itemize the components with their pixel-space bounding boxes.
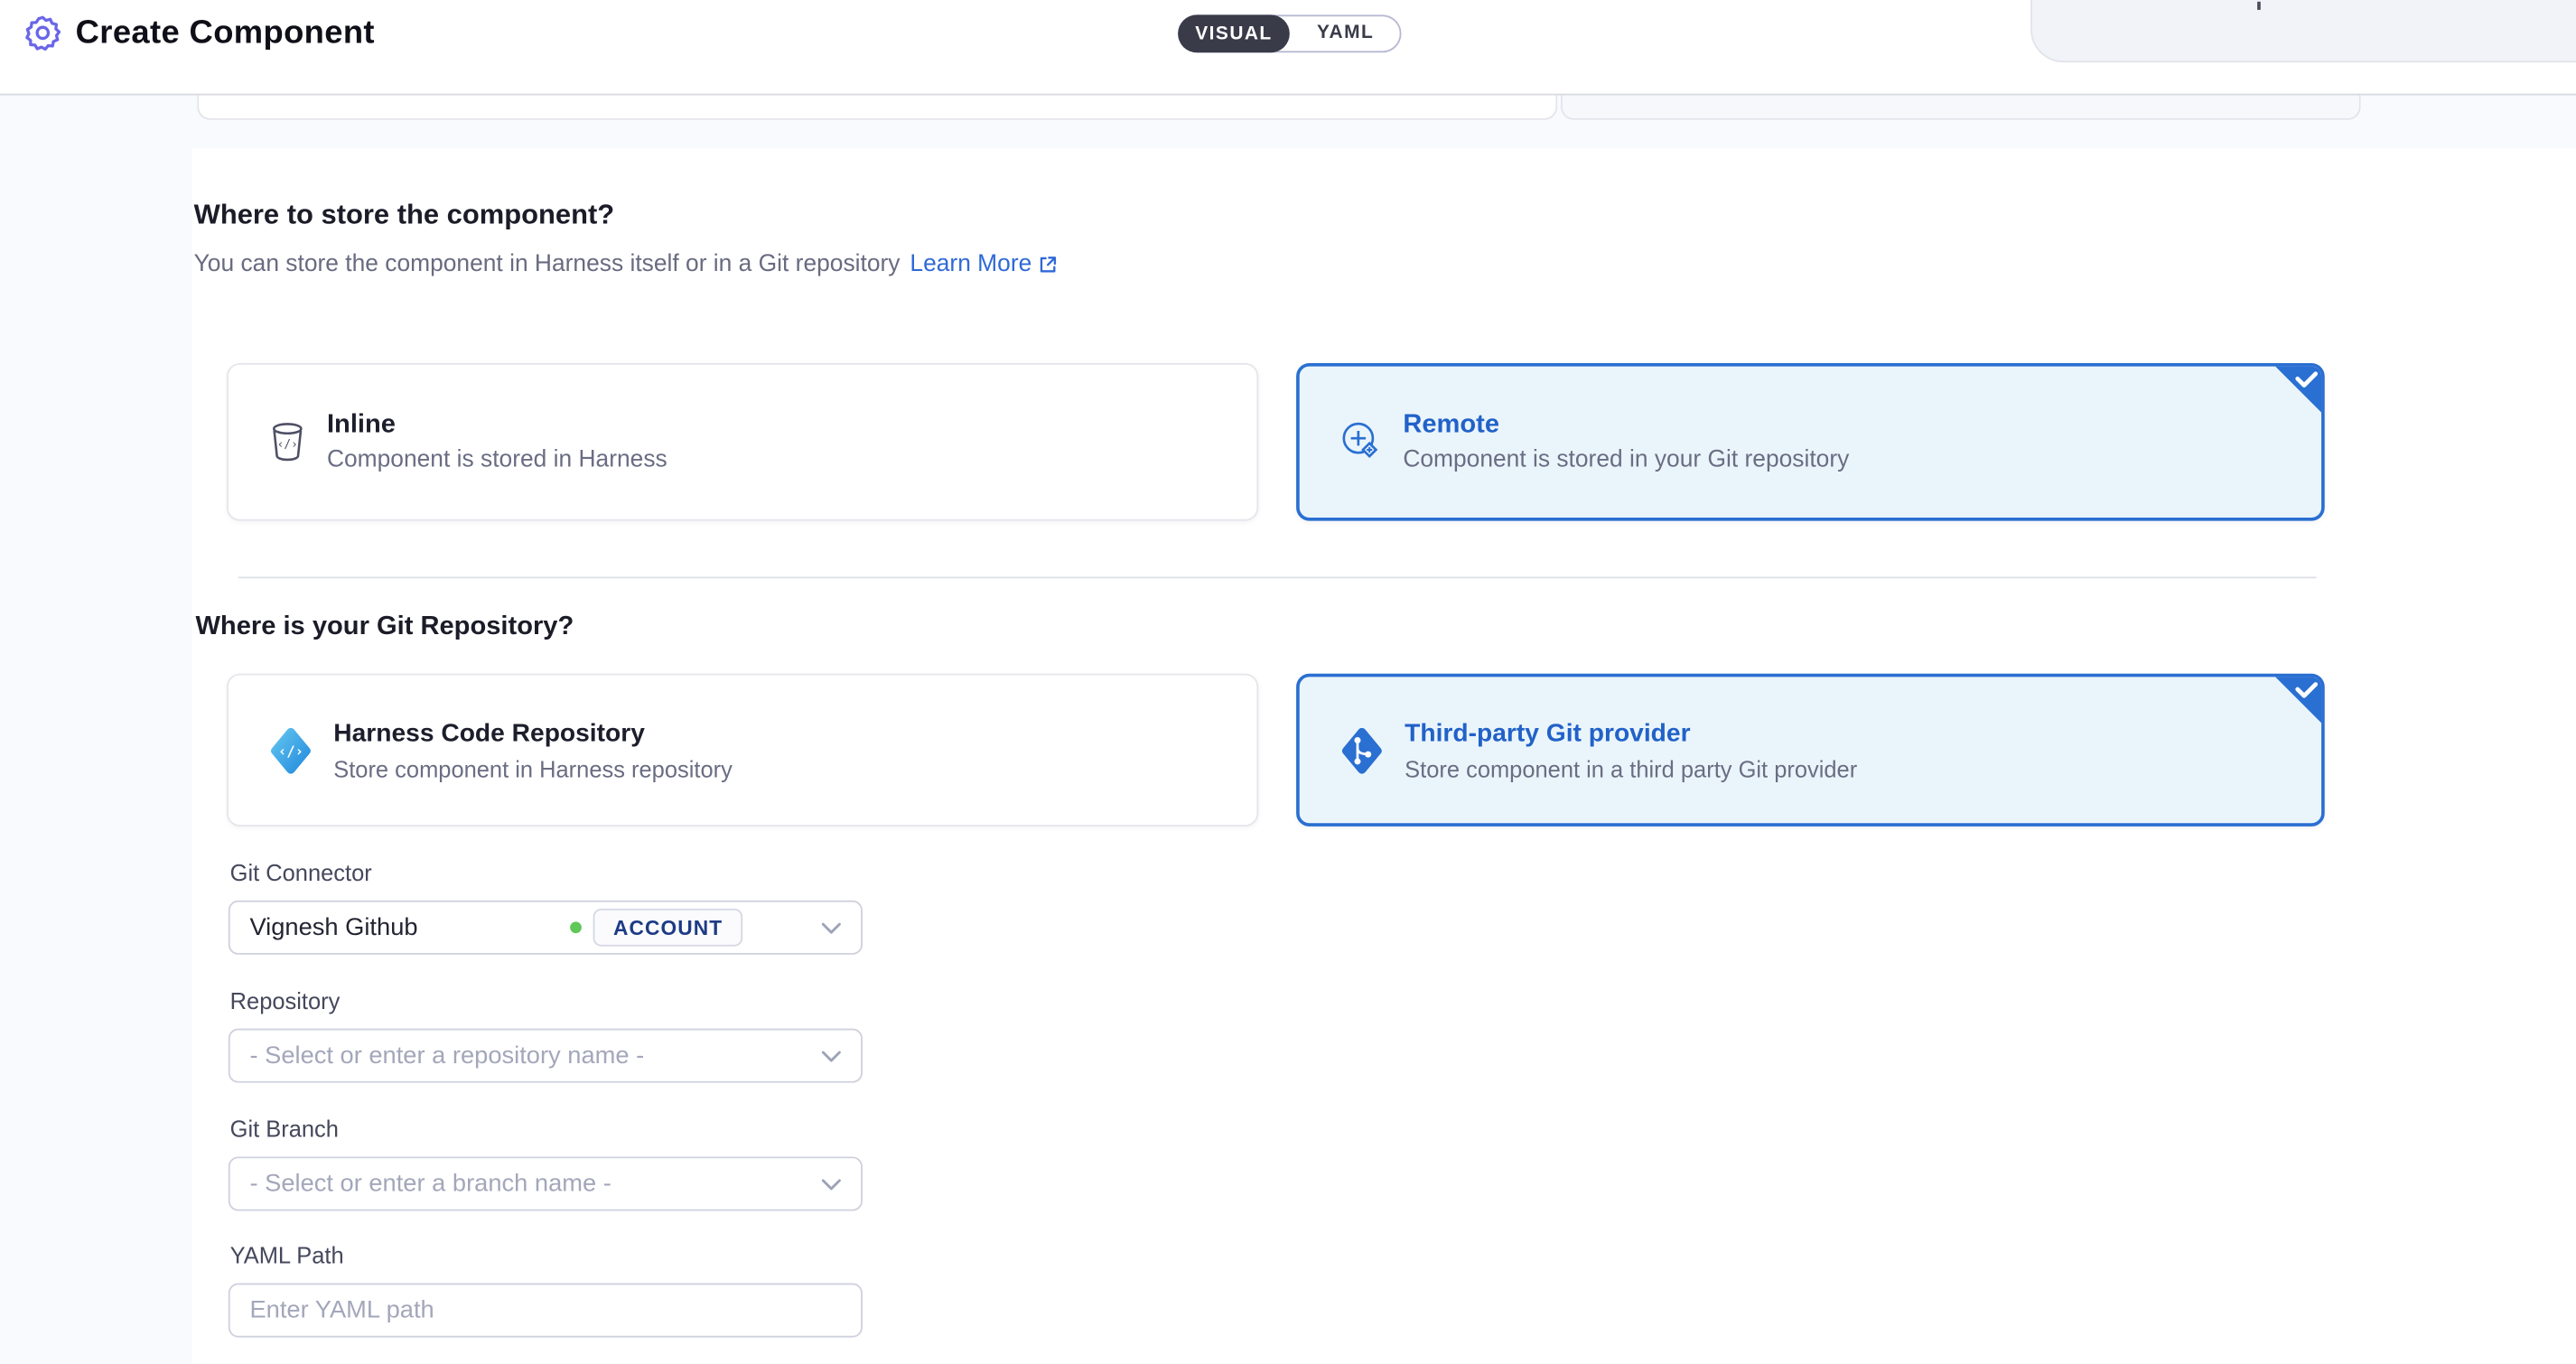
option-card-text: Inline Component is stored in Harness <box>327 411 667 473</box>
repository-label: Repository <box>230 987 341 1014</box>
repository-select[interactable]: - Select or enter a repository name - <box>229 1029 863 1083</box>
git-branch-placeholder: - Select or enter a branch name - <box>249 1170 611 1198</box>
create-component-page: Create Component VISUAL YAML Learn more … <box>0 0 2576 1364</box>
option-card-harness-code[interactable]: ‹/› Harness Code Repository Store compon… <box>227 674 1258 827</box>
option-card-remote[interactable]: Remote Component is stored in your Git r… <box>1296 363 2325 521</box>
option-card-text: Remote Component is stored in your Git r… <box>1403 411 1849 473</box>
learn-more-link[interactable]: Learn More <box>910 251 1058 277</box>
git-connector-label: Git Connector <box>230 859 372 885</box>
scrolled-panel-left <box>197 95 1557 119</box>
git-provider-icon <box>1340 725 1383 775</box>
inline-storage-icon: ‹/› <box>269 422 305 462</box>
yaml-path-label: YAML Path <box>230 1242 344 1268</box>
option-title: Remote <box>1403 411 1849 441</box>
option-card-inline[interactable]: ‹/› Inline Component is stored in Harnes… <box>227 363 1258 521</box>
toggle-yaml-button[interactable]: YAML <box>1292 16 1400 49</box>
storage-section-subtitle: You can store the component in Harness i… <box>194 251 1059 277</box>
svg-text:‹/›: ‹/› <box>278 743 303 759</box>
connector-status-dot <box>571 921 583 933</box>
option-description: Component is stored in your Git reposito… <box>1403 447 1849 473</box>
option-title: Inline <box>327 411 667 441</box>
yaml-path-input[interactable] <box>229 1284 863 1338</box>
repository-placeholder: - Select or enter a repository name - <box>249 1042 644 1070</box>
option-title: Harness Code Repository <box>333 719 733 749</box>
option-card-third-party-git[interactable]: Third-party Git provider Store component… <box>1296 674 2325 827</box>
check-icon <box>2273 365 2323 415</box>
chevron-down-icon[interactable] <box>821 1049 841 1062</box>
external-link-icon <box>1039 255 1059 275</box>
check-icon <box>2273 676 2323 725</box>
toggle-visual-button[interactable]: VISUAL <box>1178 14 1290 52</box>
toast-remnant-mark <box>2257 2 2261 10</box>
visual-yaml-toggle: VISUAL YAML <box>1178 14 1401 52</box>
option-description: Store component in a third party Git pro… <box>1405 755 1857 781</box>
option-description: Component is stored in Harness <box>327 447 667 473</box>
learn-more-label: Learn More <box>910 251 1031 277</box>
option-description: Store component in Harness repository <box>333 755 733 781</box>
git-connector-value: Vignesh Github <box>249 913 417 941</box>
option-title: Third-party Git provider <box>1405 719 1857 749</box>
git-branch-select[interactable]: - Select or enter a branch name - <box>229 1156 863 1210</box>
chevron-down-icon[interactable] <box>821 1177 841 1191</box>
git-connector-select[interactable]: Vignesh Github ACCOUNT <box>229 901 863 955</box>
gear-icon <box>23 14 62 53</box>
svg-text:‹/›: ‹/› <box>277 438 298 452</box>
option-card-text: Harness Code Repository Store component … <box>333 719 733 781</box>
scope-badge: ACCOUNT <box>593 909 742 947</box>
header-title-group: Create Component <box>23 14 374 53</box>
harness-code-icon: ‹/› <box>269 725 312 775</box>
chevron-down-icon[interactable] <box>821 920 841 934</box>
section-divider <box>238 576 2317 578</box>
remote-storage-icon <box>1340 421 1381 463</box>
git-branch-label: Git Branch <box>230 1116 339 1142</box>
main-content-panel: Where to store the component? You can st… <box>192 148 2576 1364</box>
option-card-text: Third-party Git provider Store component… <box>1405 719 1857 781</box>
toast-remnant <box>2030 0 2576 62</box>
storage-section-title: Where to store the component? <box>194 199 615 231</box>
scrolled-panel-right <box>1561 95 2361 119</box>
repository-section-title: Where is your Git Repository? <box>195 612 574 642</box>
storage-subtitle-text: You can store the component in Harness i… <box>194 251 901 277</box>
page-title: Create Component <box>76 14 375 51</box>
